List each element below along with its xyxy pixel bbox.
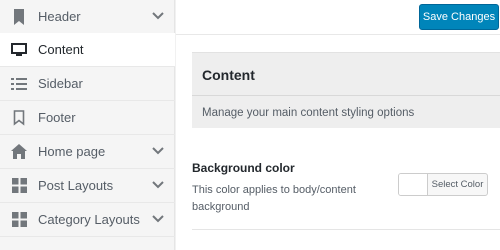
sidebar-item-label: Post Layouts (38, 178, 114, 193)
sidebar-item-header[interactable]: Header (0, 0, 175, 34)
home-icon (10, 143, 28, 161)
main-content: Save Changes Content Manage your main co… (176, 0, 500, 250)
list-icon (10, 75, 28, 93)
divider (192, 95, 500, 96)
divider (192, 229, 500, 230)
sidebar-item-label: Sidebar (38, 76, 83, 91)
save-changes-button[interactable]: Save Changes (419, 4, 499, 30)
setting-title: Background color (192, 161, 295, 175)
sidebar-item-post-layouts[interactable]: Post Layouts (0, 169, 175, 203)
settings-sidebar: Header Content Sidebar Footer Home page (0, 0, 175, 250)
grid-icon (10, 211, 28, 229)
page-title: Content (202, 67, 255, 83)
select-color-label[interactable]: Select Color (428, 174, 487, 195)
grid-icon (10, 177, 28, 195)
sidebar-item-category-layouts[interactable]: Category Layouts (0, 203, 175, 237)
sidebar-item-footer[interactable]: Footer (0, 101, 175, 135)
sidebar-item-label: Home page (38, 144, 106, 159)
color-swatch[interactable] (399, 174, 428, 195)
sidebar-item-label: Content (38, 42, 84, 57)
sidebar-item-home-page[interactable]: Home page (0, 135, 175, 169)
sidebar-item-label: Footer (38, 110, 76, 125)
chevron-down-icon[interactable] (151, 9, 165, 23)
sidebar-item-label: Header (38, 9, 81, 24)
section-header-panel: Content Manage your main content styling… (192, 52, 500, 128)
bookmark-outline-icon (10, 109, 28, 127)
chevron-down-icon[interactable] (151, 212, 165, 226)
page-description: Manage your main content styling options (202, 107, 415, 119)
top-toolbar: Save Changes (176, 0, 500, 35)
chevron-down-icon[interactable] (151, 178, 165, 192)
chevron-down-icon[interactable] (151, 144, 165, 158)
sidebar-item-sidebar[interactable]: Sidebar (0, 67, 175, 101)
sidebar-item-label: Category Layouts (38, 212, 140, 227)
sidebar-item-content[interactable]: Content (0, 33, 175, 67)
setting-description: This color applies to body/content backg… (192, 184, 356, 213)
color-picker-button[interactable]: Select Color (398, 173, 488, 196)
monitor-icon (10, 41, 28, 59)
bookmark-icon (10, 8, 28, 26)
